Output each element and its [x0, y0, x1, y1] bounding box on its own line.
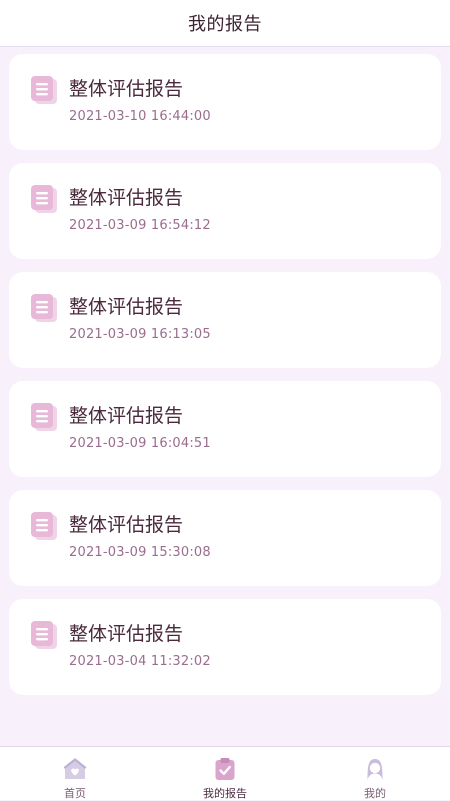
report-date: 2021-03-04 11:32:02	[69, 654, 211, 669]
tab-home[interactable]: 首页	[0, 747, 150, 801]
page-title: 我的报告	[188, 14, 262, 35]
bottom-tab-bar: 首页 我的报告 我的	[0, 746, 450, 800]
top-nav-bar: 我的报告	[0, 0, 450, 47]
report-card[interactable]: 整体评估报告 2021-03-09 16:13:05	[9, 272, 441, 368]
report-card[interactable]: 整体评估报告 2021-03-09 16:54:12	[9, 163, 441, 259]
document-icon	[31, 185, 57, 213]
report-card[interactable]: 整体评估报告 2021-03-04 11:32:02	[9, 599, 441, 695]
tab-profile[interactable]: 我的	[300, 747, 450, 801]
document-icon	[31, 294, 57, 322]
report-date: 2021-03-09 16:04:51	[69, 436, 211, 451]
report-date: 2021-03-09 16:54:12	[69, 218, 211, 233]
profile-icon	[367, 759, 383, 780]
tab-profile-label: 我的	[364, 787, 386, 800]
report-title: 整体评估报告	[69, 514, 184, 536]
report-title: 整体评估报告	[69, 296, 184, 318]
home-icon	[63, 758, 87, 779]
report-title: 整体评估报告	[69, 405, 184, 427]
report-card[interactable]: 整体评估报告 2021-03-10 16:44:00	[9, 54, 441, 150]
document-icon	[31, 512, 57, 540]
report-title: 整体评估报告	[69, 187, 184, 209]
report-title: 整体评估报告	[69, 623, 184, 645]
report-date: 2021-03-10 16:44:00	[69, 109, 211, 124]
report-date: 2021-03-09 16:13:05	[69, 327, 211, 342]
document-icon	[31, 403, 57, 431]
report-card[interactable]: 整体评估报告 2021-03-09 15:30:08	[9, 490, 441, 586]
report-date: 2021-03-09 15:30:08	[69, 545, 211, 560]
report-card[interactable]: 整体评估报告 2021-03-09 16:04:51	[9, 381, 441, 477]
report-clipboard-icon	[215, 758, 235, 780]
tab-my-reports[interactable]: 我的报告	[150, 747, 300, 801]
report-title: 整体评估报告	[69, 78, 184, 100]
report-list: 整体评估报告 2021-03-10 16:44:00 整体评估报告 2021-0…	[9, 54, 441, 708]
document-icon	[31, 76, 57, 104]
tab-my-reports-label: 我的报告	[203, 787, 247, 800]
tab-home-label: 首页	[64, 787, 86, 800]
document-icon	[31, 621, 57, 649]
